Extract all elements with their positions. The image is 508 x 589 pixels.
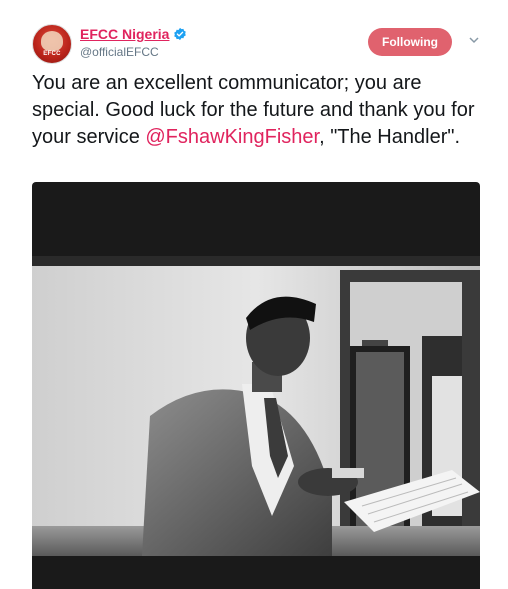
user-handle[interactable]: @officialEFCC (80, 45, 159, 59)
avatar-label: EFCC (43, 51, 61, 57)
tweet-media[interactable] (32, 182, 480, 589)
display-name-link[interactable]: EFCC Nigeria (80, 26, 169, 42)
chevron-down-icon[interactable] (468, 34, 480, 46)
following-button[interactable]: Following (368, 28, 452, 56)
tweet-header: EFCC EFCC Nigeria @officialEFCC Followin… (32, 24, 492, 64)
tweet-text-after: , "The Handler". (319, 126, 461, 148)
tweet-text: You are an excellent communicator; you a… (32, 70, 480, 151)
avatar-emblem (41, 31, 63, 51)
verified-badge-icon (174, 27, 187, 41)
tweet-photo[interactable] (32, 256, 480, 556)
display-name-row: EFCC Nigeria (80, 26, 187, 42)
mention-link[interactable]: @FshawKingFisher (145, 126, 319, 148)
profile-avatar[interactable]: EFCC (32, 24, 72, 64)
